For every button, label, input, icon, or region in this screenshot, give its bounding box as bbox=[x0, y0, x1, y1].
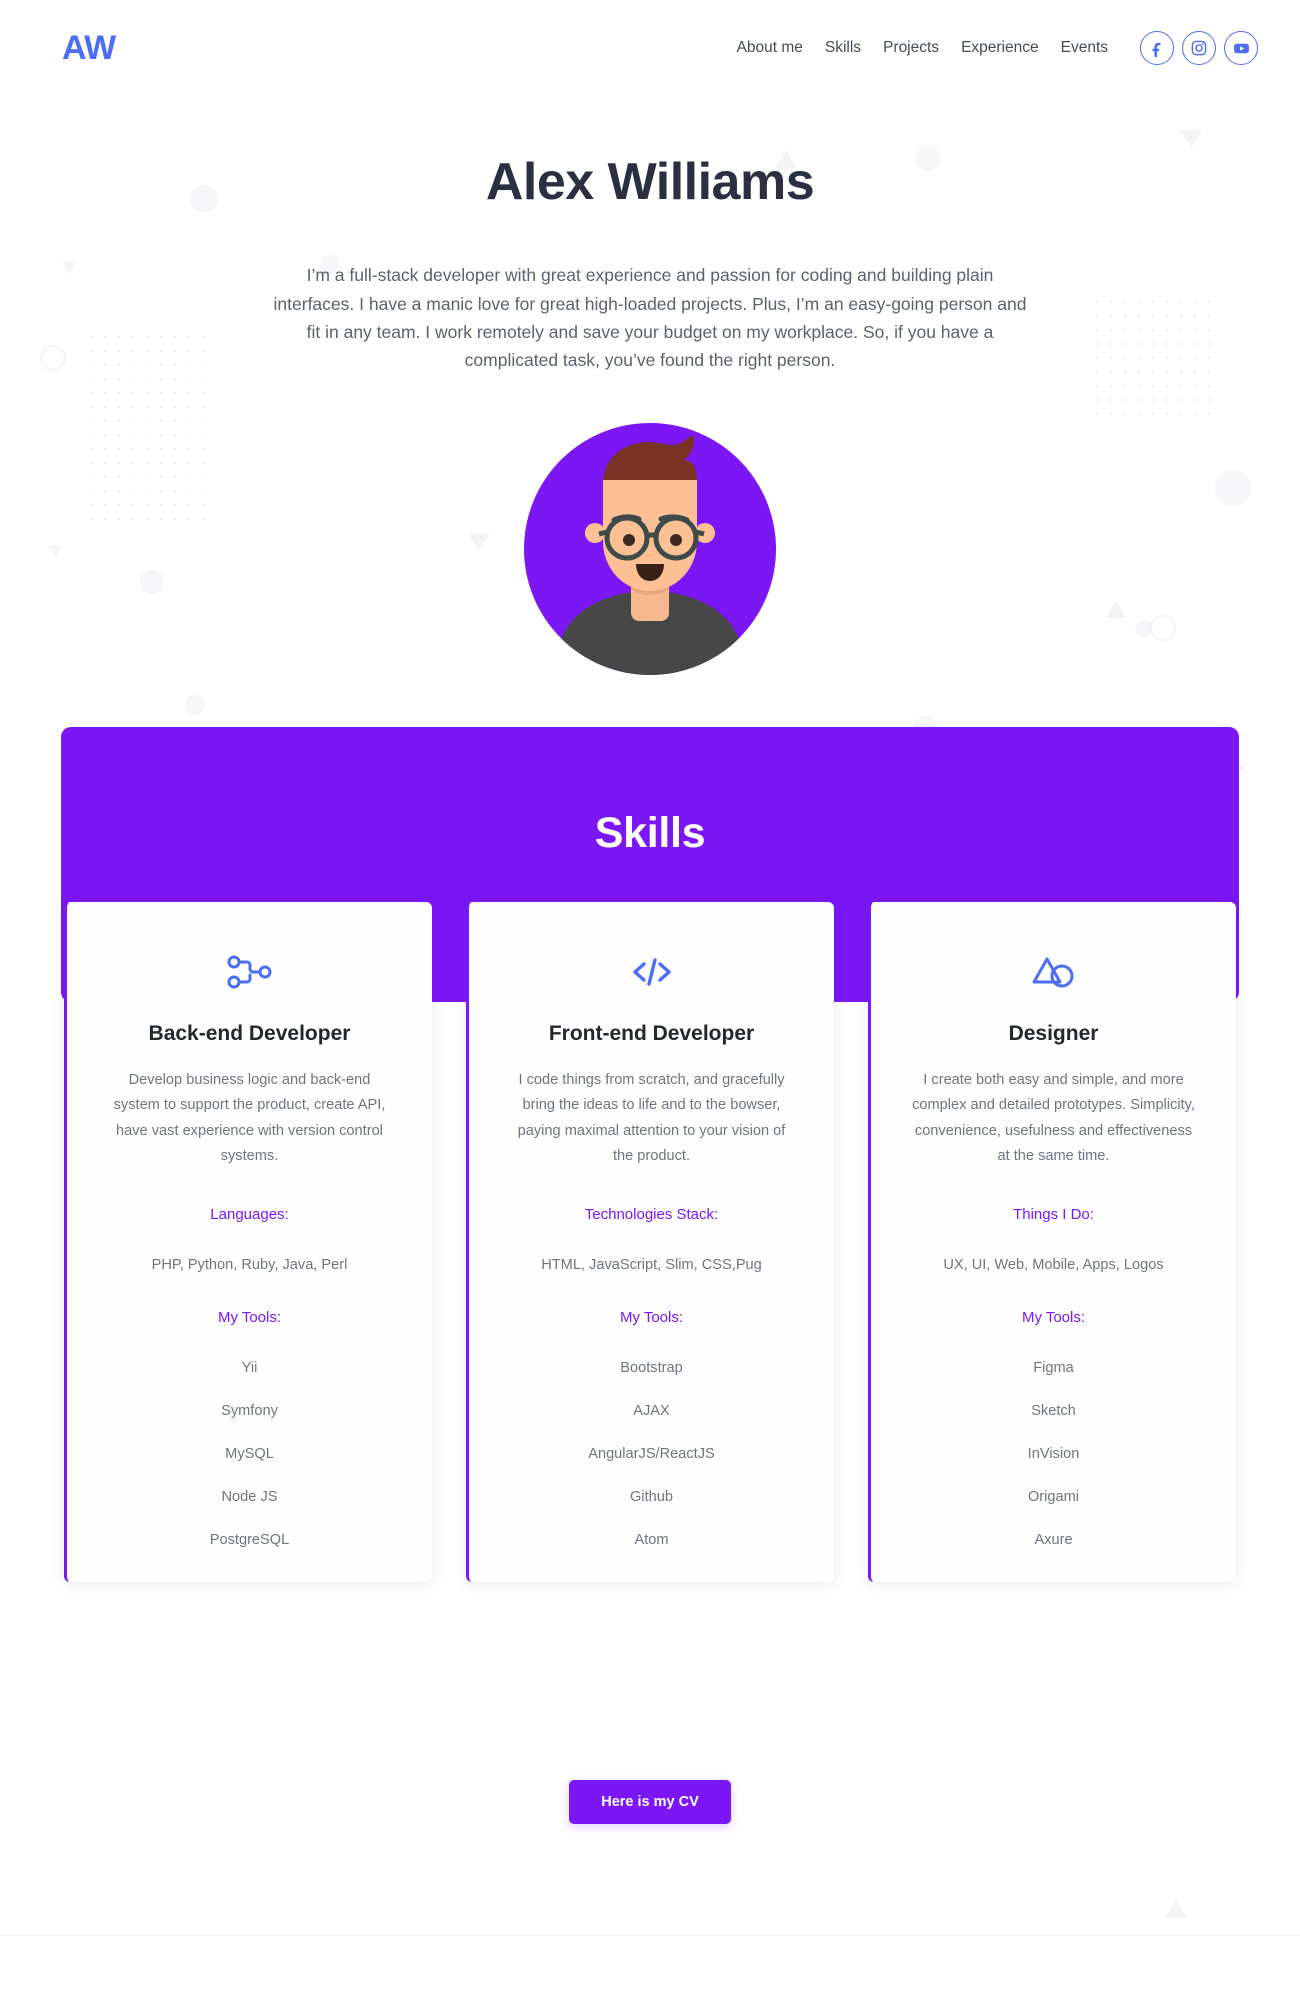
skill-card-tools: Yii Symfony MySQL Node JS PostgreSQL bbox=[97, 1360, 402, 1548]
tool-item: Sketch bbox=[1031, 1402, 1076, 1419]
tool-item: Node JS bbox=[221, 1488, 278, 1505]
hero-paragraph: I’m a full-stack developer with great ex… bbox=[273, 265, 1027, 371]
skill-card-back-end[interactable]: Back-end Developer Develop business logi… bbox=[64, 901, 432, 1582]
main-navigation: About me Skills Projects Experience Even… bbox=[737, 31, 1258, 65]
tool-item: AJAX bbox=[633, 1402, 670, 1419]
triangle-decoration bbox=[468, 533, 490, 551]
skill-card-tools-label: My Tools: bbox=[217, 1308, 282, 1326]
shapes-triangle-circle-icon bbox=[901, 948, 1206, 996]
tool-item: Yii bbox=[241, 1359, 258, 1376]
code-brackets-icon bbox=[499, 948, 804, 996]
skill-cards: Back-end Developer Develop business logi… bbox=[61, 901, 1239, 1582]
tool-item: Symfony bbox=[221, 1402, 278, 1419]
circle-decoration bbox=[185, 695, 205, 715]
skill-card-tools-label: My Tools: bbox=[619, 1308, 684, 1326]
skill-card-title: Front-end Developer bbox=[548, 1021, 755, 1045]
tool-item: Bootstrap bbox=[620, 1359, 683, 1376]
cv-button[interactable]: Here is my CV bbox=[569, 1780, 731, 1824]
nav-projects[interactable]: Projects bbox=[883, 39, 939, 57]
skill-card-description: I code things from scratch, and graceful… bbox=[517, 1071, 786, 1165]
tool-item: Atom bbox=[634, 1531, 669, 1548]
branch-nodes-icon bbox=[97, 948, 402, 996]
skill-card-value: HTML, JavaScript, Slim, CSS,Pug bbox=[541, 1256, 762, 1273]
skill-card-label: Things I Do: bbox=[1013, 1205, 1094, 1223]
social-links bbox=[1140, 31, 1258, 65]
tool-item: InVision bbox=[1027, 1445, 1080, 1462]
site-header: AW About me Skills Projects Experience E… bbox=[0, 0, 1300, 96]
instagram-icon[interactable] bbox=[1182, 31, 1216, 65]
tool-item: MySQL bbox=[225, 1445, 274, 1462]
avatar-illustration bbox=[524, 422, 776, 675]
skill-card-value: UX, UI, Web, Mobile, Apps, Logos bbox=[943, 1256, 1164, 1273]
skills-banner: Skills Back-end Developer Develop busine… bbox=[61, 726, 1239, 1582]
skill-card-description: Develop business logic and back-end syst… bbox=[113, 1071, 386, 1165]
skill-card-description: I create both easy and simple, and more … bbox=[912, 1071, 1195, 1165]
circle-decoration bbox=[1215, 470, 1251, 506]
skill-card-designer[interactable]: Designer I create both easy and simple, … bbox=[868, 901, 1236, 1582]
tool-item: AngularJS/ReactJS bbox=[588, 1445, 715, 1462]
ring-decoration bbox=[1150, 615, 1176, 641]
skill-card-tools-label: My Tools: bbox=[1021, 1308, 1086, 1326]
facebook-icon[interactable] bbox=[1140, 31, 1174, 65]
skill-card-tools: Bootstrap AJAX AngularJS/ReactJS Github … bbox=[499, 1360, 804, 1548]
nav-about-me[interactable]: About me bbox=[737, 39, 803, 57]
nav-experience[interactable]: Experience bbox=[961, 39, 1039, 57]
circle-decoration bbox=[140, 570, 164, 594]
tool-item: Origami bbox=[1027, 1488, 1080, 1505]
avatar bbox=[524, 422, 776, 675]
circle-decoration bbox=[1135, 620, 1153, 638]
youtube-icon[interactable] bbox=[1224, 31, 1258, 65]
triangle-decoration bbox=[1105, 600, 1127, 618]
skill-card-title: Designer bbox=[1008, 1021, 1099, 1045]
logo[interactable]: AW bbox=[62, 31, 116, 65]
skill-card-title: Back-end Developer bbox=[148, 1021, 351, 1045]
tool-item: PostgreSQL bbox=[209, 1531, 290, 1548]
tool-item: Github bbox=[630, 1488, 673, 1505]
tool-item: Figma bbox=[1033, 1359, 1074, 1376]
page-title: Alex Williams bbox=[485, 153, 815, 211]
cv-button-container: Here is my CV bbox=[0, 1780, 1300, 1824]
skill-card-value: PHP, Python, Ruby, Java, Perl bbox=[151, 1256, 348, 1273]
triangle-decoration bbox=[48, 545, 62, 557]
skill-card-label: Languages: bbox=[210, 1205, 289, 1223]
nav-skills[interactable]: Skills bbox=[825, 39, 861, 57]
skills-heading: Skills bbox=[594, 808, 706, 857]
hero-section: Alex Williams I’m a full-stack developer… bbox=[0, 96, 1300, 375]
skill-card-label: Technologies Stack: bbox=[584, 1205, 719, 1223]
skill-card-tools: Figma Sketch InVision Origami Axure bbox=[901, 1360, 1206, 1548]
triangle-decoration bbox=[1165, 1900, 1187, 1918]
skill-card-front-end[interactable]: Front-end Developer I code things from s… bbox=[466, 901, 834, 1582]
tool-item: Axure bbox=[1034, 1531, 1073, 1548]
footer-divider bbox=[0, 1935, 1300, 1936]
skills-section: Skills Back-end Developer Develop busine… bbox=[0, 726, 1300, 1582]
nav-events[interactable]: Events bbox=[1061, 39, 1108, 57]
portfolio-page: • • • • • • • • • • • • AW About me Skil… bbox=[0, 0, 1300, 2000]
